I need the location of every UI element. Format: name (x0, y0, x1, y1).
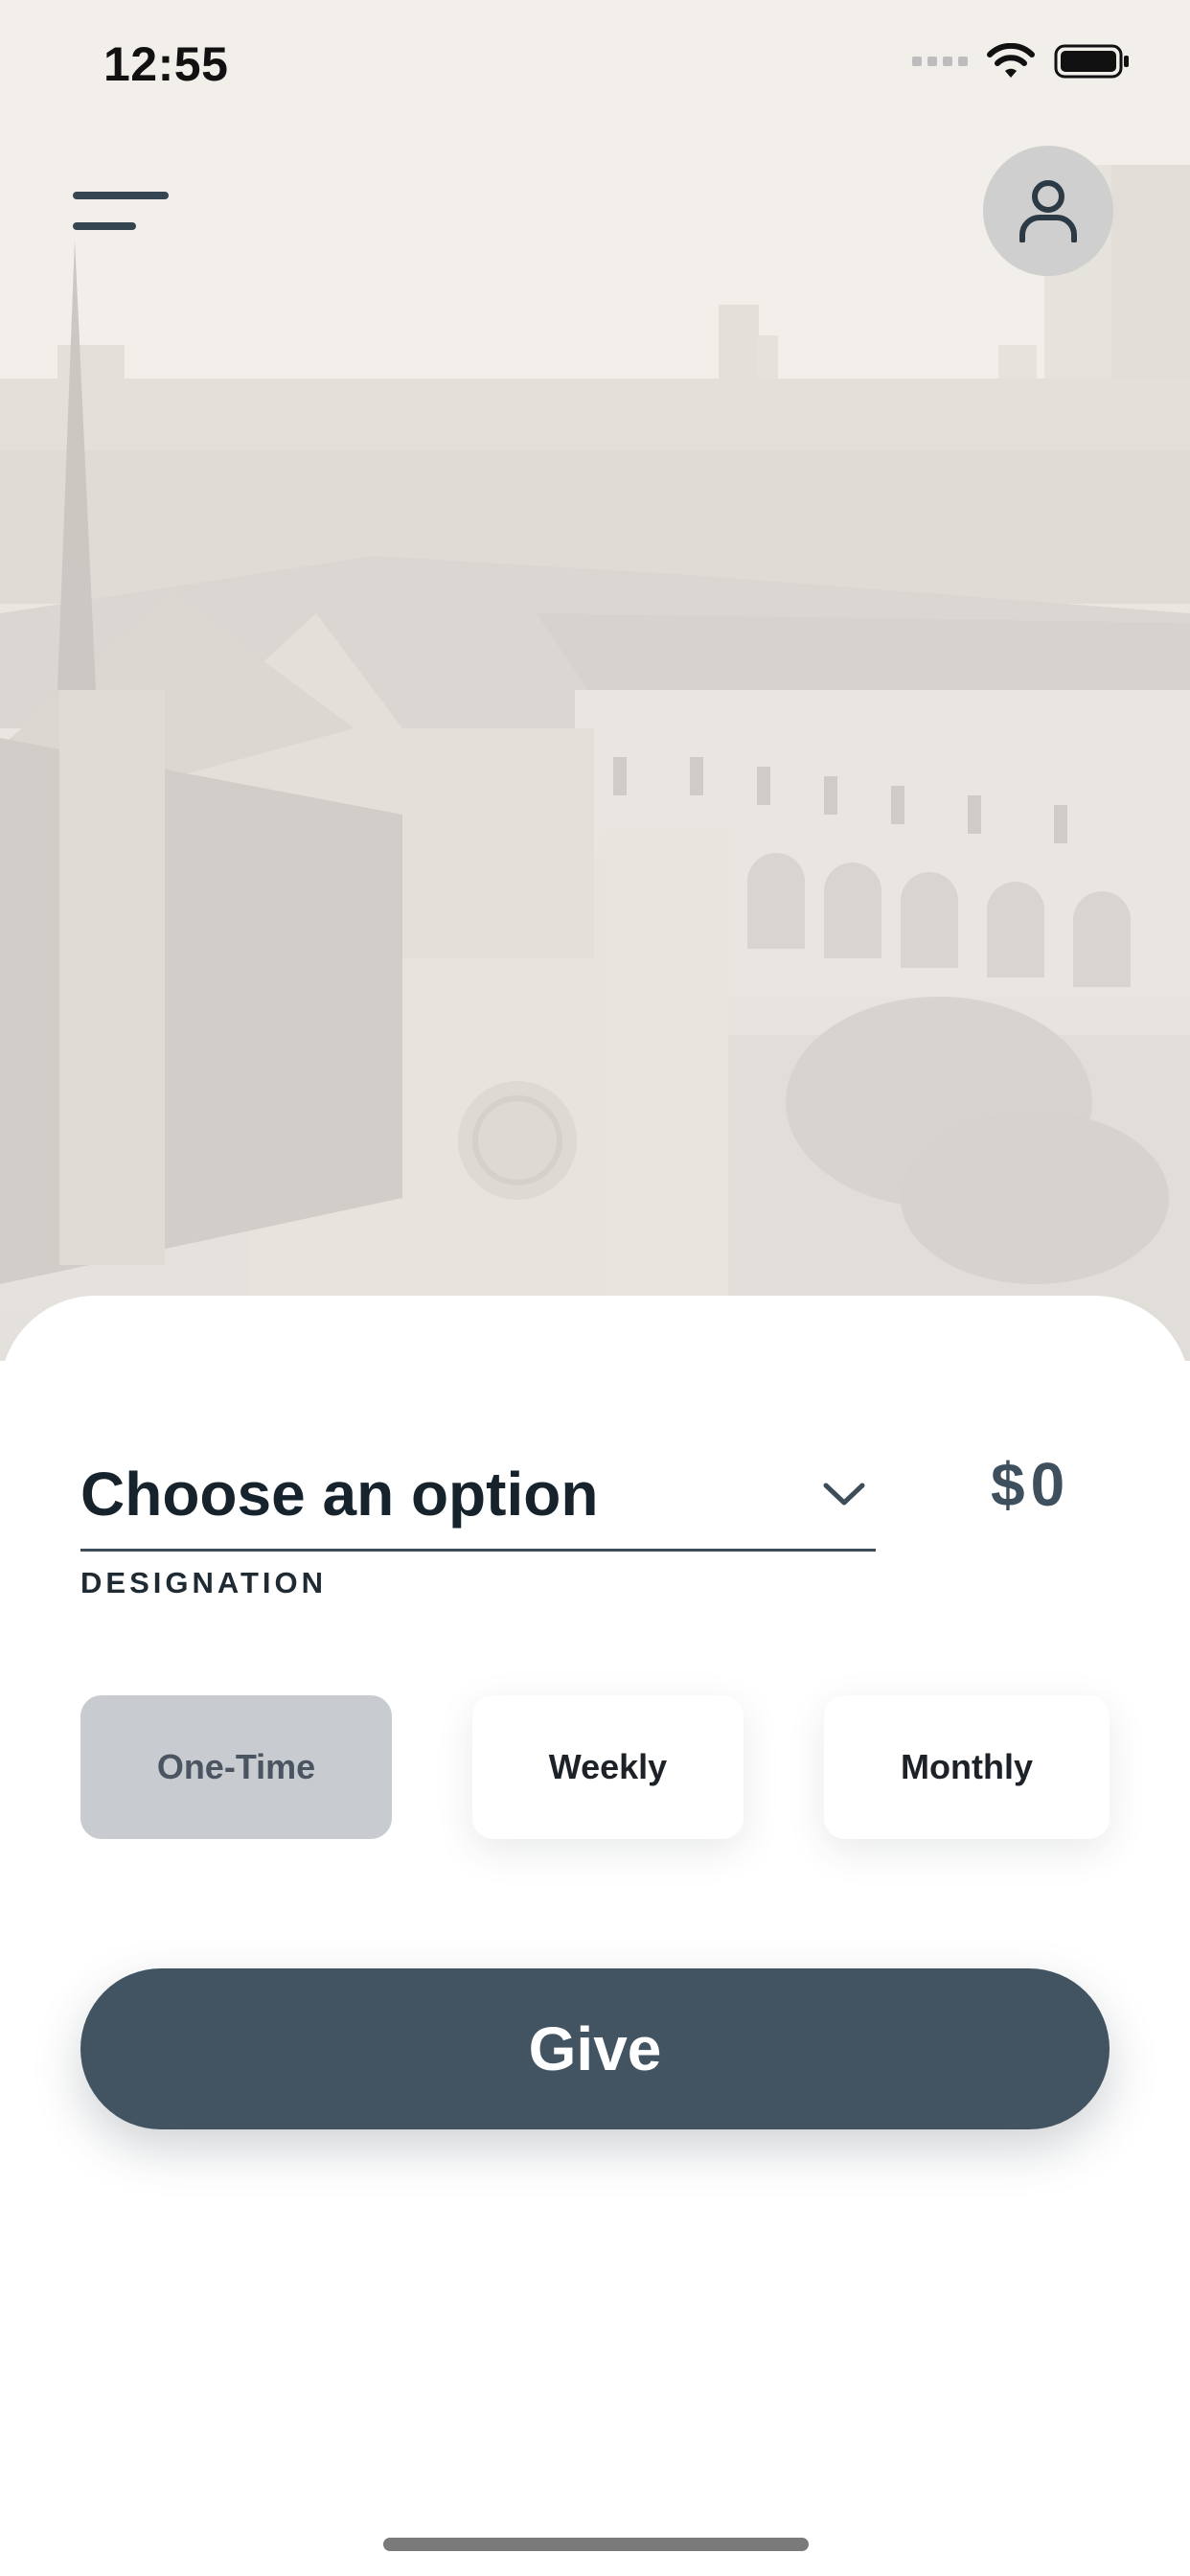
user-icon (1019, 180, 1077, 242)
designation-label: DESIGNATION (80, 1566, 327, 1599)
designation-select-value: Choose an option (80, 1460, 599, 1529)
status-icons (912, 42, 1131, 80)
frequency-one-time-button[interactable]: One-Time (80, 1695, 392, 1839)
wifi-icon (987, 43, 1035, 78)
give-button[interactable]: Give (80, 1968, 1110, 2129)
designation-select[interactable]: Choose an option (80, 1438, 876, 1552)
battery-icon (1054, 44, 1129, 79)
chevron-down-icon (823, 1483, 865, 1506)
frequency-monthly-button[interactable]: Monthly (824, 1695, 1110, 1839)
frequency-weekly-button[interactable]: Weekly (472, 1695, 744, 1839)
profile-button[interactable] (983, 146, 1113, 276)
status-time: 12:55 (103, 37, 229, 91)
menu-button[interactable] (73, 182, 172, 238)
amount-display[interactable]: $0 (991, 1449, 1070, 1520)
home-indicator[interactable] (383, 2538, 809, 2551)
cellular-signal-icon (912, 57, 968, 66)
give-screen: 12:55 Choose an option DESIGNATION $0 On… (0, 0, 1190, 2576)
